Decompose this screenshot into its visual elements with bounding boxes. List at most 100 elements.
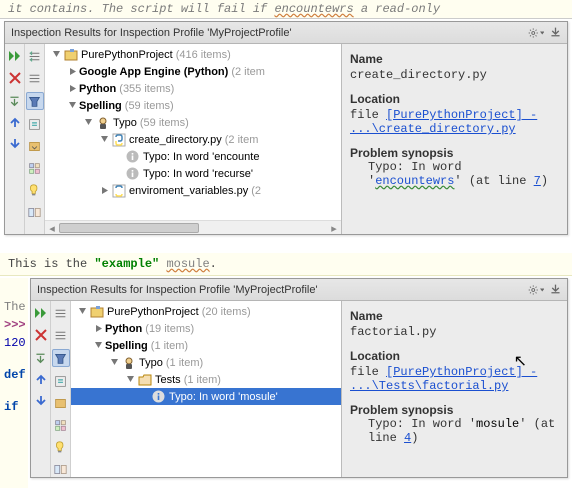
tree-category[interactable]: Python(19 items) bbox=[71, 320, 341, 337]
tree-file[interactable]: enviroment_variables.py(2 bbox=[45, 182, 341, 199]
info-icon bbox=[125, 166, 140, 181]
details-name-value: factorial.py bbox=[350, 325, 561, 339]
collapse-all-icon[interactable] bbox=[53, 327, 69, 343]
project-icon bbox=[63, 47, 78, 62]
twisty-down-icon[interactable] bbox=[125, 375, 135, 385]
tree-problem[interactable]: Typo: In word 'recurse' bbox=[45, 165, 341, 182]
settings-icon[interactable] bbox=[27, 160, 43, 176]
diff-icon[interactable] bbox=[53, 461, 69, 477]
diff-icon[interactable] bbox=[27, 204, 43, 220]
panel-title: Inspection Results for Inspection Profil… bbox=[35, 284, 525, 296]
export-icon[interactable] bbox=[547, 25, 563, 41]
scroll-thumb[interactable] bbox=[59, 223, 199, 233]
twisty-right-icon[interactable] bbox=[67, 67, 77, 77]
python-file-icon bbox=[111, 183, 126, 198]
toolbar-col-2 bbox=[25, 44, 45, 234]
rerun-icon[interactable] bbox=[7, 48, 23, 64]
details-location-value: file [PurePythonProject] - ...\create_di… bbox=[350, 108, 561, 136]
twisty-down-icon[interactable] bbox=[67, 101, 77, 111]
inspection-panel-1: Inspection Results for Inspection Profil… bbox=[4, 21, 568, 235]
scroll-left-icon[interactable]: ◂ bbox=[45, 221, 59, 234]
details-location-heading: Location bbox=[350, 92, 561, 106]
import-icon[interactable] bbox=[33, 349, 49, 365]
twisty-down-icon[interactable] bbox=[51, 50, 61, 60]
prev-icon[interactable] bbox=[7, 114, 23, 130]
toolbar-col-2 bbox=[51, 301, 71, 477]
expand-all-icon[interactable] bbox=[27, 48, 43, 64]
twisty-down-icon[interactable] bbox=[109, 358, 119, 368]
twisty-down-icon[interactable] bbox=[83, 118, 93, 128]
panel-titlebar: Inspection Results for Inspection Profil… bbox=[31, 279, 567, 301]
autoscroll-icon[interactable] bbox=[27, 116, 43, 132]
twisty-right-icon[interactable] bbox=[67, 84, 77, 94]
twisty-down-icon[interactable] bbox=[99, 135, 109, 145]
toolbar-col-1 bbox=[5, 44, 25, 234]
info-icon bbox=[151, 389, 166, 404]
details-synopsis-heading: Problem synopsis bbox=[350, 146, 561, 160]
details-name-value: create_directory.py bbox=[350, 68, 561, 82]
tree-file[interactable]: create_directory.py(2 item bbox=[45, 131, 341, 148]
export-html-icon[interactable] bbox=[53, 395, 69, 411]
next-icon[interactable] bbox=[7, 136, 23, 152]
gear-icon[interactable] bbox=[528, 25, 544, 41]
info-icon bbox=[125, 149, 140, 164]
tree-root[interactable]: PurePythonProject(416 items) bbox=[45, 46, 341, 63]
folder-icon bbox=[137, 372, 152, 387]
typo-link[interactable]: encountewrs bbox=[375, 174, 454, 188]
editor-gutter: The >>> 120 def if bbox=[0, 278, 28, 488]
twisty-down-icon[interactable] bbox=[93, 341, 103, 351]
details-name-heading: Name bbox=[350, 309, 561, 323]
panel-title: Inspection Results for Inspection Profil… bbox=[9, 27, 525, 39]
twisty-right-icon[interactable] bbox=[93, 324, 103, 334]
group-by-severity-icon[interactable] bbox=[26, 92, 44, 110]
inspector-icon bbox=[95, 115, 110, 130]
gear-icon[interactable] bbox=[528, 282, 544, 298]
next-icon[interactable] bbox=[33, 393, 49, 409]
prev-icon[interactable] bbox=[33, 371, 49, 387]
panel-titlebar: Inspection Results for Inspection Profil… bbox=[5, 22, 567, 44]
project-icon bbox=[89, 304, 104, 319]
fix-icon[interactable] bbox=[27, 182, 43, 198]
fix-icon[interactable] bbox=[53, 439, 69, 455]
python-file-icon bbox=[111, 132, 126, 147]
tree-folder[interactable]: Tests(1 item) bbox=[71, 371, 341, 388]
rerun-icon[interactable] bbox=[33, 305, 49, 321]
tree-inspection[interactable]: Typo(1 item) bbox=[71, 354, 341, 371]
tree-root[interactable]: PurePythonProject(20 items) bbox=[71, 303, 341, 320]
tree-problem[interactable]: Typo: In word 'encounte bbox=[45, 148, 341, 165]
close-icon[interactable] bbox=[33, 327, 49, 343]
scroll-right-icon[interactable]: ▸ bbox=[327, 221, 341, 234]
results-tree[interactable]: PurePythonProject(20 items) Python(19 it… bbox=[71, 301, 342, 477]
expand-all-icon[interactable] bbox=[53, 305, 69, 321]
typo-word-1: encountewrs bbox=[274, 2, 353, 16]
tree-category[interactable]: Spelling(1 item) bbox=[71, 337, 341, 354]
details-synopsis-heading: Problem synopsis bbox=[350, 403, 561, 417]
twisty-right-icon[interactable] bbox=[99, 186, 109, 196]
tree-category[interactable]: Google App Engine (Python)(2 item bbox=[45, 63, 341, 80]
tree-scrollbar-h[interactable]: ◂ ▸ bbox=[45, 220, 341, 234]
close-icon[interactable] bbox=[7, 70, 23, 86]
collapse-all-icon[interactable] bbox=[27, 70, 43, 86]
results-tree[interactable]: PurePythonProject(416 items) Google App … bbox=[45, 44, 342, 234]
line-link[interactable]: 7 bbox=[534, 174, 541, 188]
editor-line-1: it contains. The script will fail if enc… bbox=[0, 0, 572, 19]
details-synopsis-value: Typo: In word 'mosule' (at line 4) bbox=[368, 417, 561, 445]
details-pane: Name create_directory.py Location file [… bbox=[342, 44, 567, 234]
autoscroll-icon[interactable] bbox=[53, 373, 69, 389]
export-icon[interactable] bbox=[547, 282, 563, 298]
group-by-severity-icon[interactable] bbox=[52, 349, 70, 367]
typo-word-2: mosule bbox=[166, 257, 209, 271]
twisty-down-icon[interactable] bbox=[77, 307, 87, 317]
export-html-icon[interactable] bbox=[27, 138, 43, 154]
details-pane: ↖ Name factorial.py Location file [PureP… bbox=[342, 301, 567, 477]
settings-icon[interactable] bbox=[53, 417, 69, 433]
tree-category[interactable]: Spelling(59 items) bbox=[45, 97, 341, 114]
tree-problem-selected[interactable]: Typo: In word 'mosule' bbox=[71, 388, 341, 405]
editor-line-2: This is the "example" mosule. bbox=[0, 253, 572, 276]
inspection-panel-2: Inspection Results for Inspection Profil… bbox=[30, 278, 568, 478]
details-location-heading: Location bbox=[350, 349, 561, 363]
details-name-heading: Name bbox=[350, 52, 561, 66]
tree-category[interactable]: Python(355 items) bbox=[45, 80, 341, 97]
import-icon[interactable] bbox=[7, 92, 23, 108]
tree-inspection[interactable]: Typo(59 items) bbox=[45, 114, 341, 131]
